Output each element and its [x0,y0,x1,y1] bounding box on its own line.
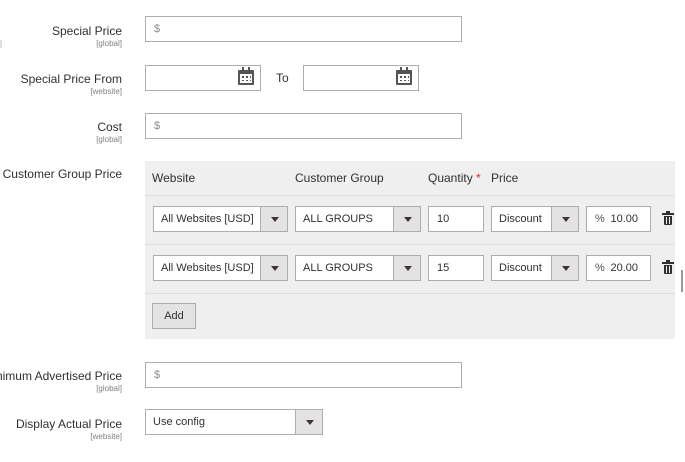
chevron-down-icon [260,256,287,280]
customer-group-price-label-text: Customer Group Price [2,167,122,181]
row-price-type-select[interactable]: Discount [491,206,579,232]
special-price-to-date-input[interactable] [303,65,419,91]
grid-header-quantity: Quantity * [428,171,481,185]
grid-row-divider [145,293,675,294]
row-price-value: 20.00 [610,262,638,274]
special-price-from-label-text: Special Price From [20,72,122,86]
row-price-input[interactable]: % 20.00 [586,255,651,281]
chevron-down-icon [393,207,420,231]
row-quantity-input[interactable]: 10 [428,206,484,232]
cost-label-text: Cost [97,120,122,134]
row-price-type-value: Discount [499,262,542,274]
minimum-advertised-price-scope: [global] [96,384,122,393]
row-group-value: ALL GROUPS [303,213,373,225]
chevron-down-icon [551,207,578,231]
cost-scope: [global] [96,135,122,144]
row-price-value: 10.00 [610,213,638,225]
minimum-advertised-price-label-text: nimum Advertised Price [0,369,122,383]
currency-prefix: $ [154,23,161,35]
row-price-type-value: Discount [499,213,542,225]
cost-label: Cost [global] [96,120,122,144]
special-price-from-label: Special Price From [website] [21,72,122,96]
currency-prefix: $ [154,369,161,381]
display-actual-price-select[interactable]: Use config [145,409,323,435]
sidebar-edge [0,40,2,48]
date-range-to-label: To [276,71,289,85]
display-actual-price-label: Display Actual Price [website] [16,417,122,441]
customer-group-price-grid [145,161,675,339]
minimum-advertised-price-label: nimum Advertised Price [global] [0,369,122,393]
trash-icon[interactable] [662,211,674,225]
percent-unit: % [595,262,605,274]
special-price-from-date-input[interactable] [145,65,261,91]
chevron-down-icon [551,256,578,280]
grid-header-website: Website [152,171,196,185]
row-price-input[interactable]: % 10.00 [586,206,651,232]
add-button[interactable]: Add [152,303,196,329]
special-price-label-text: Special Price [51,24,122,38]
row-website-select[interactable]: All Websites [USD] [153,255,288,281]
row-website-value: All Websites [USD] [161,213,254,225]
calendar-icon[interactable] [396,67,412,85]
grid-row-divider [145,244,675,245]
row-website-select[interactable]: All Websites [USD] [153,206,288,232]
currency-prefix: $ [154,120,161,132]
required-mark: * [476,171,481,185]
grid-header-quantity-text: Quantity [428,171,473,185]
grid-header-customer-group: Customer Group [295,171,384,185]
special-price-input[interactable]: $ [145,16,462,42]
chevron-down-icon [260,207,287,231]
grid-header-price: Price [491,171,519,185]
chevron-down-icon [295,410,322,434]
special-price-scope: [global] [96,39,122,48]
row-group-select[interactable]: ALL GROUPS [295,255,421,281]
special-price-label: Special Price [global] [52,24,122,48]
display-actual-price-scope: [website] [90,432,122,441]
chevron-down-icon [393,256,420,280]
row-website-value: All Websites [USD] [161,262,254,274]
minimum-advertised-price-input[interactable]: $ [145,362,462,388]
row-quantity-value: 10 [437,213,450,225]
row-quantity-value: 15 [437,262,450,274]
row-price-type-select[interactable]: Discount [491,255,579,281]
cost-input[interactable]: $ [145,113,462,139]
display-actual-price-value: Use config [153,416,205,428]
calendar-icon[interactable] [238,67,254,85]
row-group-select[interactable]: ALL GROUPS [295,206,421,232]
trash-icon[interactable] [662,260,674,274]
percent-unit: % [595,213,605,225]
customer-group-price-label: Customer Group Price [3,167,122,181]
scrollbar-thumb[interactable] [681,270,683,292]
row-group-value: ALL GROUPS [303,262,373,274]
special-price-from-scope: [website] [90,87,122,96]
display-actual-price-label-text: Display Actual Price [15,417,122,431]
row-quantity-input[interactable]: 15 [428,255,484,281]
grid-header-divider [145,195,675,196]
